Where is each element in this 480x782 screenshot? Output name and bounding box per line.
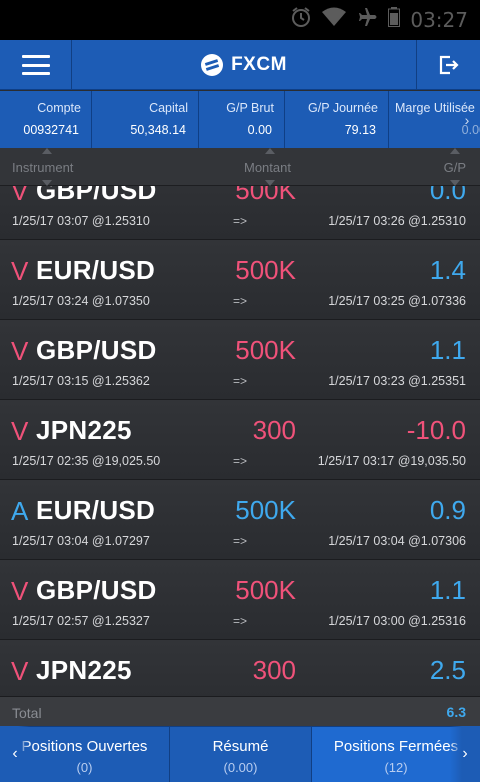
trade-row[interactable]: V JPN225 300 -10.0 1/25/17 02:35 @19,025.50 =… xyxy=(0,400,480,480)
bottom-tabs: Positions Ouvertes (0) Résumé (0.00) Pos… xyxy=(0,726,480,782)
sort-up-icon xyxy=(42,148,52,154)
total-label: Total xyxy=(12,705,42,721)
close-time-price: 1/25/17 03:17 @19,035.50 xyxy=(317,454,466,468)
account-cell: Compte 00932741 xyxy=(0,91,92,148)
instrument-symbol: JPN225 xyxy=(36,655,132,685)
open-time-price: 1/25/17 03:24 @1.07350 xyxy=(12,294,150,308)
gross-pl-cell: G/P Brut 0.00 xyxy=(199,91,285,148)
direction-indicator: V xyxy=(11,416,29,446)
open-time-price: 1/25/17 03:15 @1.25362 xyxy=(12,374,150,388)
direction-indicator: V xyxy=(11,656,29,686)
trade-pl: 2.5 xyxy=(429,655,466,685)
trade-amount: 300 xyxy=(252,415,296,445)
trade-amount: 500K xyxy=(235,255,296,285)
account-summary: Compte 00932741 Capital 50,348.14 G/P Br… xyxy=(0,91,480,148)
open-time-price: 1/25/17 03:07 @1.25310 xyxy=(12,214,150,228)
direction-indicator: A xyxy=(11,496,29,526)
tab-label: Résumé xyxy=(212,738,269,755)
trade-row[interactable]: V GBP/USD 500K 1.1 1/25/17 02:57 @1.25327 => 1… xyxy=(0,560,480,640)
daily-pl-cell: G/P Journée 79.13 xyxy=(285,91,389,148)
trade-pl: -10.0 xyxy=(406,415,466,445)
arrow-indicator: => xyxy=(233,534,248,548)
instrument-column-header[interactable]: Instrument xyxy=(12,160,73,175)
app-bar: FXCM xyxy=(0,40,480,90)
status-bar: 03:27 xyxy=(0,0,480,40)
close-time-price: 1/25/17 03:00 @1.25316 xyxy=(328,614,466,628)
arrow-indicator: => xyxy=(233,454,248,468)
arrow-indicator: => xyxy=(233,214,248,228)
pl-column-header[interactable]: G/P xyxy=(444,160,466,175)
open-time-price: 1/25/17 02:57 @1.25327 xyxy=(12,614,150,628)
daily-pl-label: G/P Journée xyxy=(308,101,378,115)
arrow-indicator: => xyxy=(233,294,248,308)
total-value: 6.3 xyxy=(446,704,466,720)
sort-up-icon xyxy=(265,148,275,154)
open-time-price: 1/25/17 03:04 @1.07297 xyxy=(12,534,150,548)
tabs-scroll-right-icon[interactable]: › xyxy=(450,726,480,782)
amount-column-header[interactable]: Montant xyxy=(244,160,291,175)
clock: 03:27 xyxy=(410,8,468,32)
trade-amount: 500K xyxy=(235,186,296,205)
closed-positions-list[interactable]: V GBP/USD 500K 0.0 1/25/17 03:07 @1.25310 => 1… xyxy=(0,186,480,696)
instrument-symbol: EUR/USD xyxy=(36,255,156,285)
wifi-icon xyxy=(322,7,347,33)
instrument-symbol: GBP/USD xyxy=(36,186,157,205)
open-time-price: 1/25/17 02:35 @19,025.50 xyxy=(12,454,161,468)
trade-row[interactable]: V GBP/USD 500K 1.1 1/25/17 03:15 @1.25362 => 1… xyxy=(0,320,480,400)
airplane-icon xyxy=(356,6,378,34)
trade-pl: 0.9 xyxy=(429,495,466,525)
margin-cell: Marge Utilisée 0.00 › xyxy=(389,91,480,148)
capital-cell: Capital 50,348.14 xyxy=(92,91,199,148)
gross-pl-value: 0.00 xyxy=(247,123,272,137)
logout-button[interactable] xyxy=(416,40,480,90)
trade-row[interactable]: V EUR/USD 500K 1.4 1/25/17 03:24 @1.07350 => 1… xyxy=(0,240,480,320)
account-value: 00932741 xyxy=(23,123,79,137)
brand: FXCM xyxy=(72,40,416,90)
arrow-indicator: => xyxy=(233,614,248,628)
logout-icon xyxy=(439,55,459,75)
direction-indicator: V xyxy=(11,256,29,286)
hamburger-menu-icon xyxy=(21,55,50,75)
scroll-right-icon[interactable]: › xyxy=(456,111,478,129)
capital-value: 50,348.14 xyxy=(130,123,186,137)
direction-indicator: V xyxy=(11,336,29,366)
sort-up-icon xyxy=(450,148,460,154)
trade-amount: 500K xyxy=(235,495,296,525)
instrument-symbol: JPN225 xyxy=(36,415,132,445)
brand-name: FXCM xyxy=(231,54,287,75)
direction-indicator: V xyxy=(11,576,29,606)
close-time-price: 1/25/17 03:04 @1.07306 xyxy=(328,534,466,548)
tab-count: (0.00) xyxy=(223,760,258,775)
battery-icon xyxy=(388,7,401,33)
instrument-symbol: GBP/USD xyxy=(36,575,157,605)
trade-pl: 0.0 xyxy=(429,186,466,205)
account-label: Compte xyxy=(37,101,81,115)
gross-pl-label: G/P Brut xyxy=(226,101,274,115)
arrow-indicator: => xyxy=(233,374,248,388)
column-header: Instrument Montant G/P xyxy=(0,148,480,186)
instrument-symbol: EUR/USD xyxy=(36,495,156,525)
fxcm-logo-icon xyxy=(201,54,224,76)
close-time-price: 1/25/17 03:26 @1.25310 xyxy=(328,214,466,228)
tabs-scroll-left-icon[interactable]: ‹ xyxy=(0,726,30,782)
trade-row[interactable]: A EUR/USD 500K 0.9 1/25/17 03:04 @1.07297 => 1… xyxy=(0,480,480,560)
daily-pl-value: 79.13 xyxy=(344,123,376,137)
trade-pl: 1.4 xyxy=(429,255,466,285)
close-time-price: 1/25/17 03:23 @1.25351 xyxy=(328,374,466,388)
trade-pl: 1.1 xyxy=(429,335,466,365)
capital-label: Capital xyxy=(149,101,188,115)
trade-row[interactable]: V JPN225 300 2.5 xyxy=(0,640,480,696)
trade-pl: 1.1 xyxy=(429,575,466,605)
alarm-icon xyxy=(290,6,312,34)
trade-row[interactable]: V GBP/USD 500K 0.0 1/25/17 03:07 @1.25310 => 1… xyxy=(0,186,480,240)
close-time-price: 1/25/17 03:25 @1.07336 xyxy=(328,294,466,308)
trade-amount: 500K xyxy=(235,575,296,605)
instrument-symbol: GBP/USD xyxy=(36,335,157,365)
trade-amount: 300 xyxy=(252,655,296,685)
trade-amount: 500K xyxy=(235,335,296,365)
tab-summary[interactable]: Résumé (0.00) xyxy=(170,727,312,782)
total-bar: Total 6.3 xyxy=(0,696,480,726)
menu-button[interactable] xyxy=(0,40,72,90)
direction-indicator: V xyxy=(11,186,29,206)
